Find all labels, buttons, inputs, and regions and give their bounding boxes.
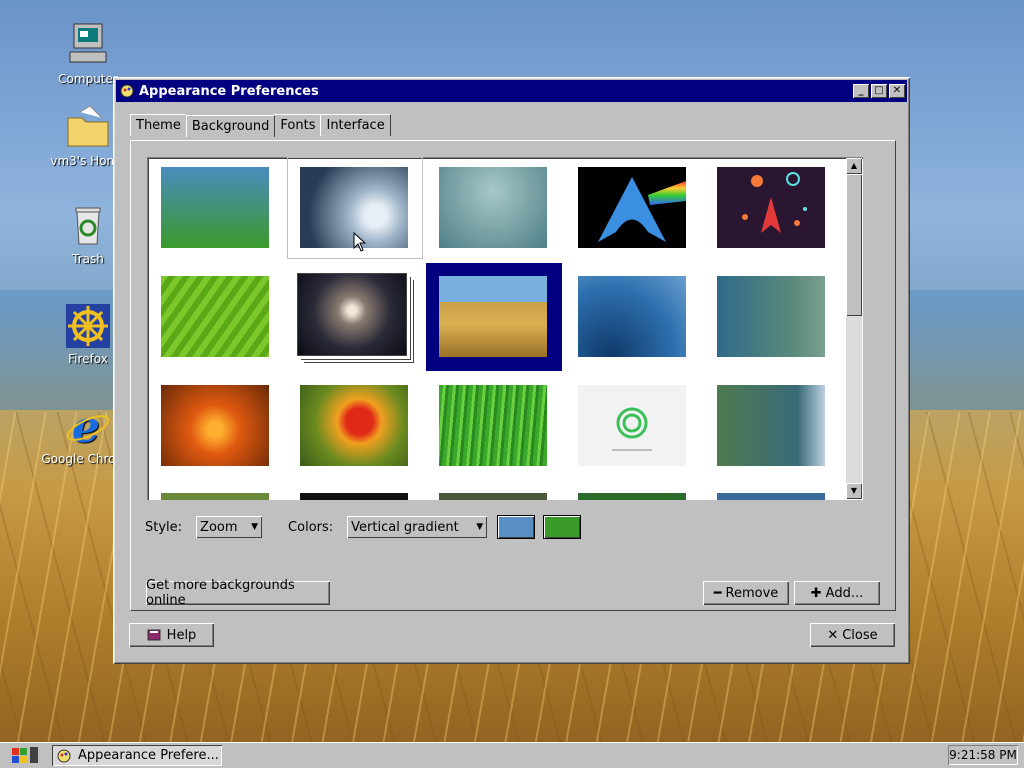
add-label: Add... [825, 585, 864, 601]
close-label: Close [842, 627, 878, 643]
tab-theme[interactable]: Theme [130, 114, 187, 136]
folder-icon [64, 104, 112, 152]
gallery-scrollbar[interactable]: ▲ ▼ [846, 158, 862, 499]
style-label: Style: [145, 519, 183, 535]
wallpaper-thumb[interactable] [578, 276, 686, 357]
chevron-down-icon: ▼ [251, 522, 259, 532]
style-colors-row: Style: Zoom ▼ Colors: Vertical gradient ▼ [145, 515, 582, 539]
wallpaper-thumb[interactable] [578, 385, 686, 466]
taskbar: Appearance Prefere... 9:21:58 PM [0, 742, 1024, 768]
wallpaper-thumb[interactable] [300, 385, 408, 466]
computer-icon [64, 22, 112, 70]
wallpaper-thumb[interactable] [717, 167, 825, 248]
secondary-color-button[interactable] [543, 515, 582, 539]
wallpaper-thumb[interactable] [717, 493, 825, 500]
wallpaper-thumb[interactable] [439, 493, 547, 500]
wallpaper-thumb[interactable] [717, 276, 825, 357]
wallpaper-thumb[interactable] [439, 167, 547, 248]
ie-icon: e [64, 402, 112, 453]
wallpaper-thumb[interactable] [578, 167, 686, 248]
wallpaper-thumb[interactable] [161, 276, 269, 357]
help-label: Help [166, 627, 197, 643]
wallpaper-thumb[interactable] [161, 493, 269, 500]
wallpaper-thumb[interactable] [578, 493, 686, 500]
wallpaper-thumb[interactable] [439, 385, 547, 466]
style-combo[interactable]: Zoom ▼ [196, 516, 263, 538]
wallpaper-thumb[interactable] [717, 385, 825, 466]
help-button[interactable]: Help [129, 623, 214, 647]
colors-combo[interactable]: Vertical gradient ▼ [347, 516, 488, 538]
minimize-button[interactable]: _ [853, 84, 869, 98]
help-book-icon [147, 629, 161, 641]
window-title: Appearance Preferences [139, 83, 319, 99]
wallpaper-thumb[interactable] [161, 385, 269, 466]
taskbar-clock: 9:21:58 PM [948, 745, 1018, 765]
colors-value: Vertical gradient [351, 519, 459, 535]
remove-label: Remove [725, 585, 779, 601]
colors-label: Colors: [288, 519, 334, 535]
firefox-icon [64, 302, 112, 350]
get-more-label: Get more backgrounds online [146, 578, 295, 608]
remove-button[interactable]: ━ Remove [703, 581, 789, 605]
background-tab-panel: ▲ ▼ Style: Zoom ▼ Colors: Vertical gradie… [130, 140, 896, 611]
primary-color-button[interactable] [497, 515, 536, 539]
wallpaper-thumb[interactable] [161, 167, 269, 248]
close-button[interactable]: ✕ Close [810, 623, 895, 647]
plus-icon: ✚ [810, 585, 822, 601]
wallpaper-thumb-selected[interactable] [439, 276, 547, 357]
add-button[interactable]: ✚ Add... [794, 581, 880, 605]
scroll-up-button[interactable]: ▲ [846, 158, 862, 174]
tab-interface[interactable]: Interface [320, 114, 391, 136]
minus-icon: ━ [713, 585, 722, 601]
scroll-down-button[interactable]: ▼ [846, 483, 862, 499]
chevron-down-icon: ▼ [476, 522, 484, 532]
wallpaper-thumb[interactable] [297, 273, 407, 356]
close-icon: ✕ [827, 627, 839, 643]
tab-fonts[interactable]: Fonts [274, 114, 322, 136]
scroll-thumb[interactable] [846, 174, 862, 316]
wallpaper-gallery[interactable]: ▲ ▼ [147, 157, 863, 500]
maximize-button[interactable]: □ [871, 84, 887, 98]
wallpaper-thumb[interactable] [300, 493, 408, 500]
start-menu-icon[interactable] [12, 746, 40, 764]
trash-icon [64, 202, 112, 250]
tab-background[interactable]: Background [185, 115, 276, 137]
mouse-cursor-icon [353, 232, 367, 252]
appearance-preferences-window: Appearance Preferences _ □ ✕ Theme Backg… [113, 77, 910, 664]
tab-bar: Theme Background Fonts Interface [130, 114, 391, 137]
get-more-backgrounds-button[interactable]: Get more backgrounds online [146, 578, 330, 608]
close-window-button[interactable]: ✕ [889, 84, 905, 98]
appearance-app-icon [120, 84, 134, 98]
window-titlebar[interactable]: Appearance Preferences _ □ ✕ [116, 80, 907, 102]
style-value: Zoom [200, 519, 238, 535]
taskbar-task-appearance[interactable]: Appearance Prefere... [52, 745, 222, 766]
taskbar-task-label: Appearance Prefere... [78, 748, 219, 763]
appearance-app-icon [57, 749, 71, 762]
